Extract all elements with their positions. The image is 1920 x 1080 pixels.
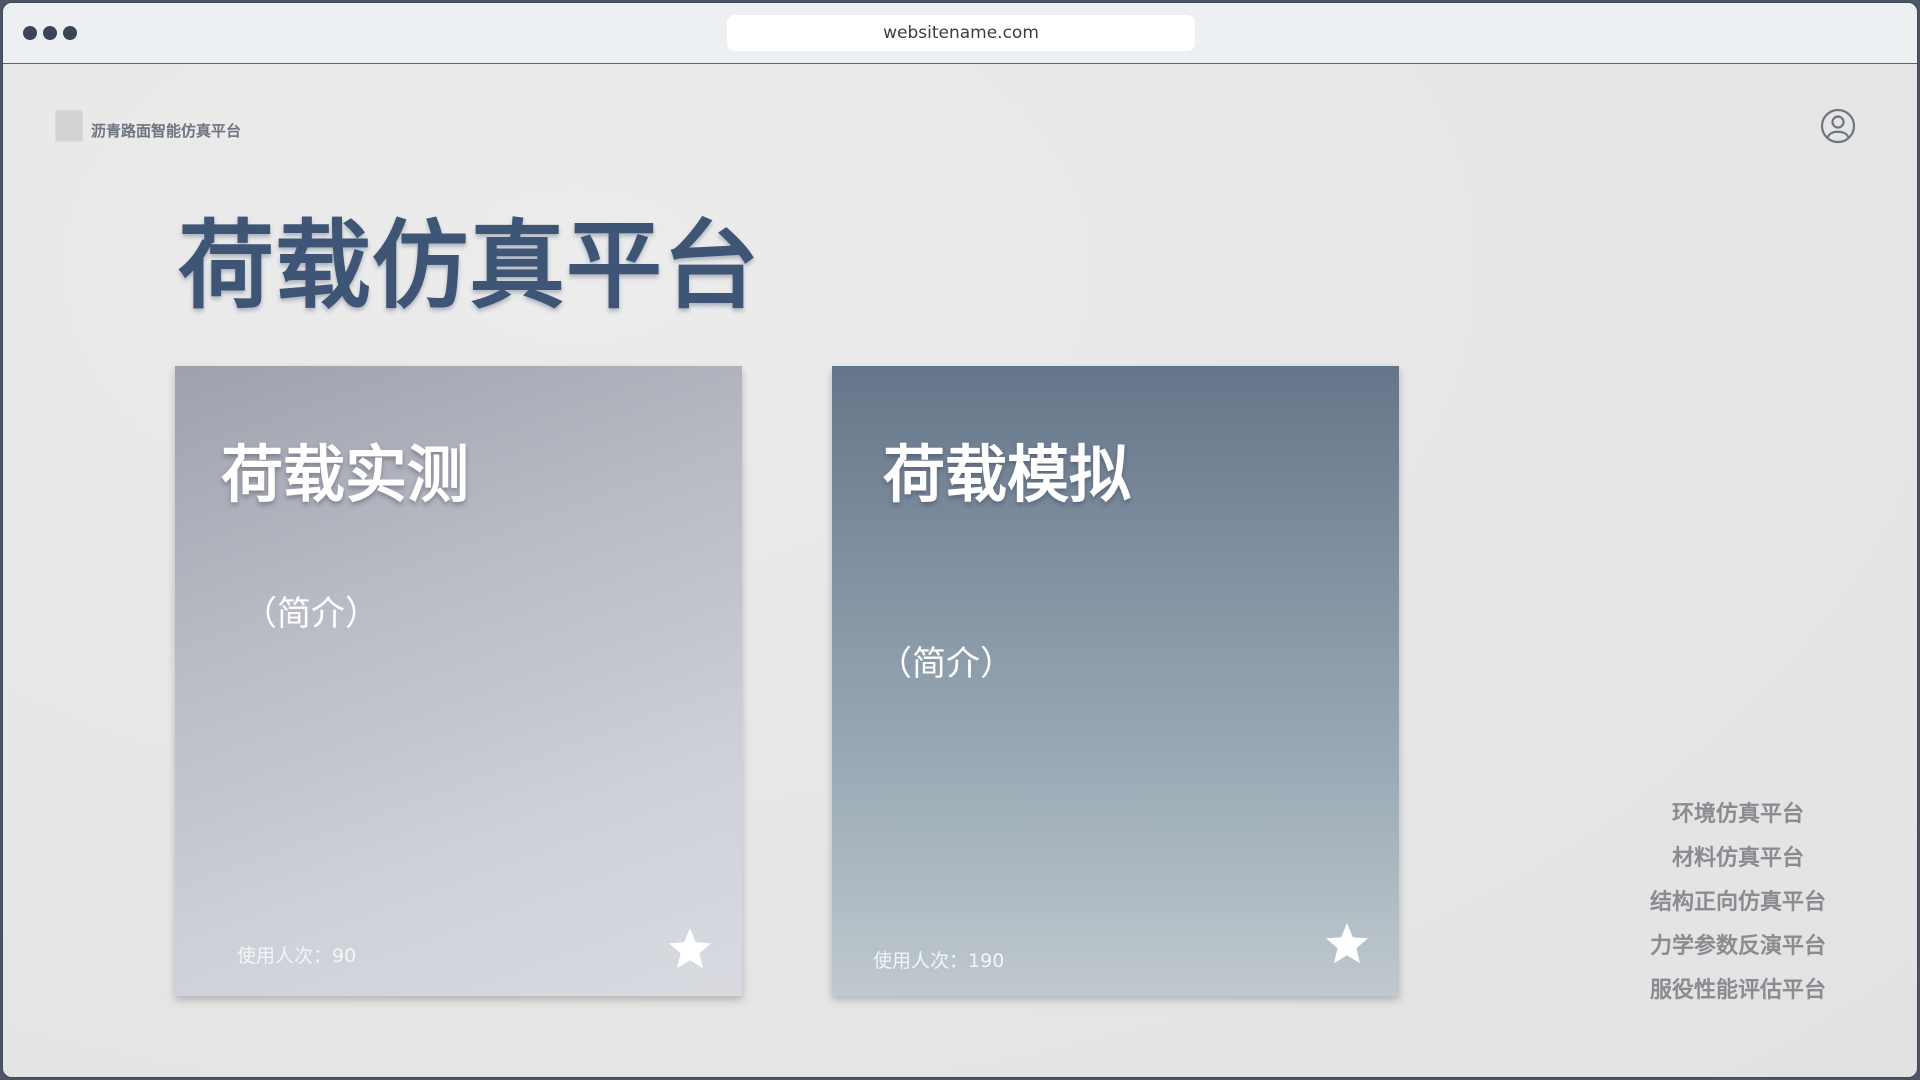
browser-titlebar: websitename.com — [3, 3, 1917, 64]
card-load-measurement[interactable]: 荷载实测 （简介） 使用人次：90 — [175, 366, 742, 996]
side-nav-item-material[interactable]: 材料仿真平台 — [1628, 837, 1848, 881]
card-title: 荷载模拟 — [883, 438, 1132, 511]
page-content: 沥青路面智能仿真平台 荷载仿真平台 荷载实测 （简介） 使用人次：90 荷载模拟… — [3, 64, 1917, 1077]
usage-count: 190 — [968, 950, 1005, 972]
card-usage: 使用人次：90 — [237, 941, 356, 968]
side-nav-item-inversion[interactable]: 力学参数反演平台 — [1628, 925, 1848, 969]
star-icon[interactable] — [1323, 920, 1371, 968]
window-close-dot[interactable] — [23, 26, 37, 40]
browser-window: websitename.com 沥青路面智能仿真平台 荷载仿真平台 荷载实测 （… — [2, 2, 1918, 1078]
card-intro: （简介） — [243, 594, 379, 634]
card-usage: 使用人次：190 — [873, 946, 1004, 973]
card-intro: （简介） — [878, 644, 1014, 684]
usage-label: 使用人次： — [873, 950, 969, 972]
usage-label: 使用人次： — [237, 945, 333, 967]
star-icon[interactable] — [666, 925, 714, 973]
brand[interactable]: 沥青路面智能仿真平台 — [55, 110, 241, 142]
page-title: 荷载仿真平台 — [178, 210, 760, 322]
url-text: websitename.com — [883, 23, 1039, 43]
user-circle-icon[interactable] — [1820, 108, 1856, 144]
usage-count: 90 — [332, 945, 357, 967]
brand-name: 沥青路面智能仿真平台 — [91, 121, 242, 140]
side-nav: 环境仿真平台 材料仿真平台 结构正向仿真平台 力学参数反演平台 服役性能评估平台 — [1628, 793, 1848, 1013]
card-title: 荷载实测 — [221, 438, 470, 511]
url-bar[interactable]: websitename.com — [727, 15, 1195, 51]
side-nav-item-environment[interactable]: 环境仿真平台 — [1628, 793, 1848, 837]
side-nav-item-service[interactable]: 服役性能评估平台 — [1628, 969, 1848, 1013]
side-nav-item-structure[interactable]: 结构正向仿真平台 — [1628, 881, 1848, 925]
window-minimize-dot[interactable] — [43, 26, 57, 40]
window-maximize-dot[interactable] — [63, 26, 77, 40]
logo-placeholder-icon — [55, 110, 83, 142]
card-load-simulation[interactable]: 荷载模拟 （简介） 使用人次：190 — [832, 366, 1399, 996]
